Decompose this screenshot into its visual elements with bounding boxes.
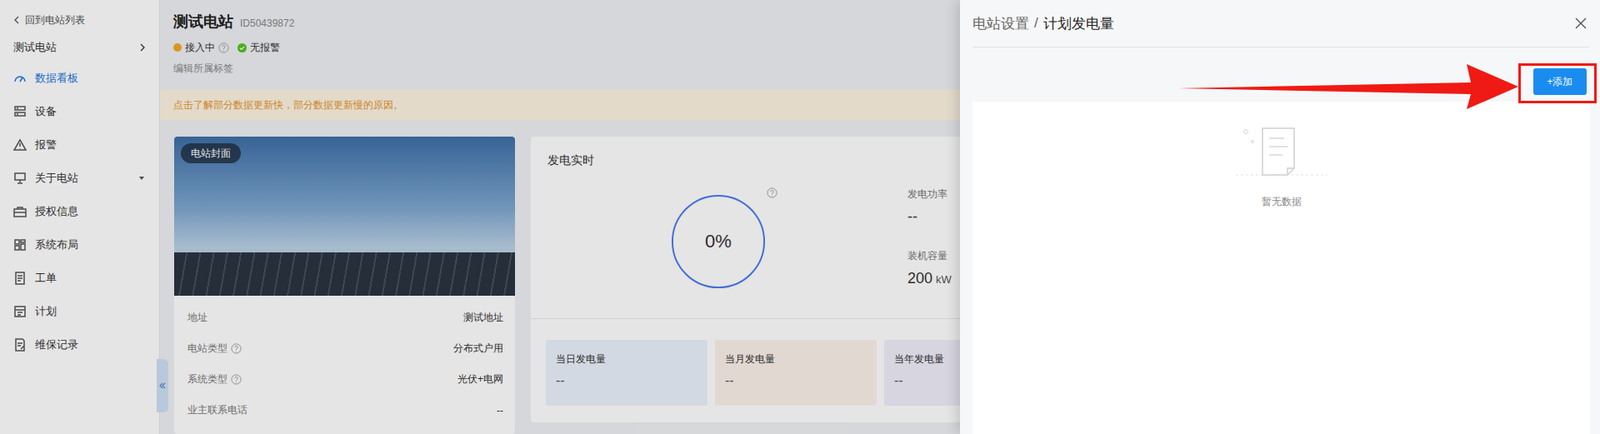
settings-drawer: 电站设置/计划发电量 +添加暂无数据 <box>960 0 1600 434</box>
breadcrumb-item[interactable]: 电站设置 <box>972 14 1030 34</box>
plan-list-panel: 暂无数据 <box>972 101 1590 434</box>
drawer-toolbar: +添加 <box>960 47 1600 102</box>
breadcrumb-separator: / <box>1034 15 1039 32</box>
empty-text: 暂无数据 <box>1261 195 1302 210</box>
breadcrumb-item: 计划发电量 <box>1043 14 1115 34</box>
drawer-header: 电站设置/计划发电量 <box>972 0 1590 48</box>
add-button[interactable]: +添加 <box>1533 68 1587 95</box>
empty-document-icon <box>1235 125 1328 184</box>
breadcrumb: 电站设置/计划发电量 <box>972 14 1115 34</box>
close-icon[interactable] <box>1575 17 1587 30</box>
app-page: 回到电站列表测试电站数据看板设备报警关于电站授权信息系统布局工单计划维保记录测试… <box>0 0 1600 434</box>
empty-state: 暂无数据 <box>972 101 1590 210</box>
